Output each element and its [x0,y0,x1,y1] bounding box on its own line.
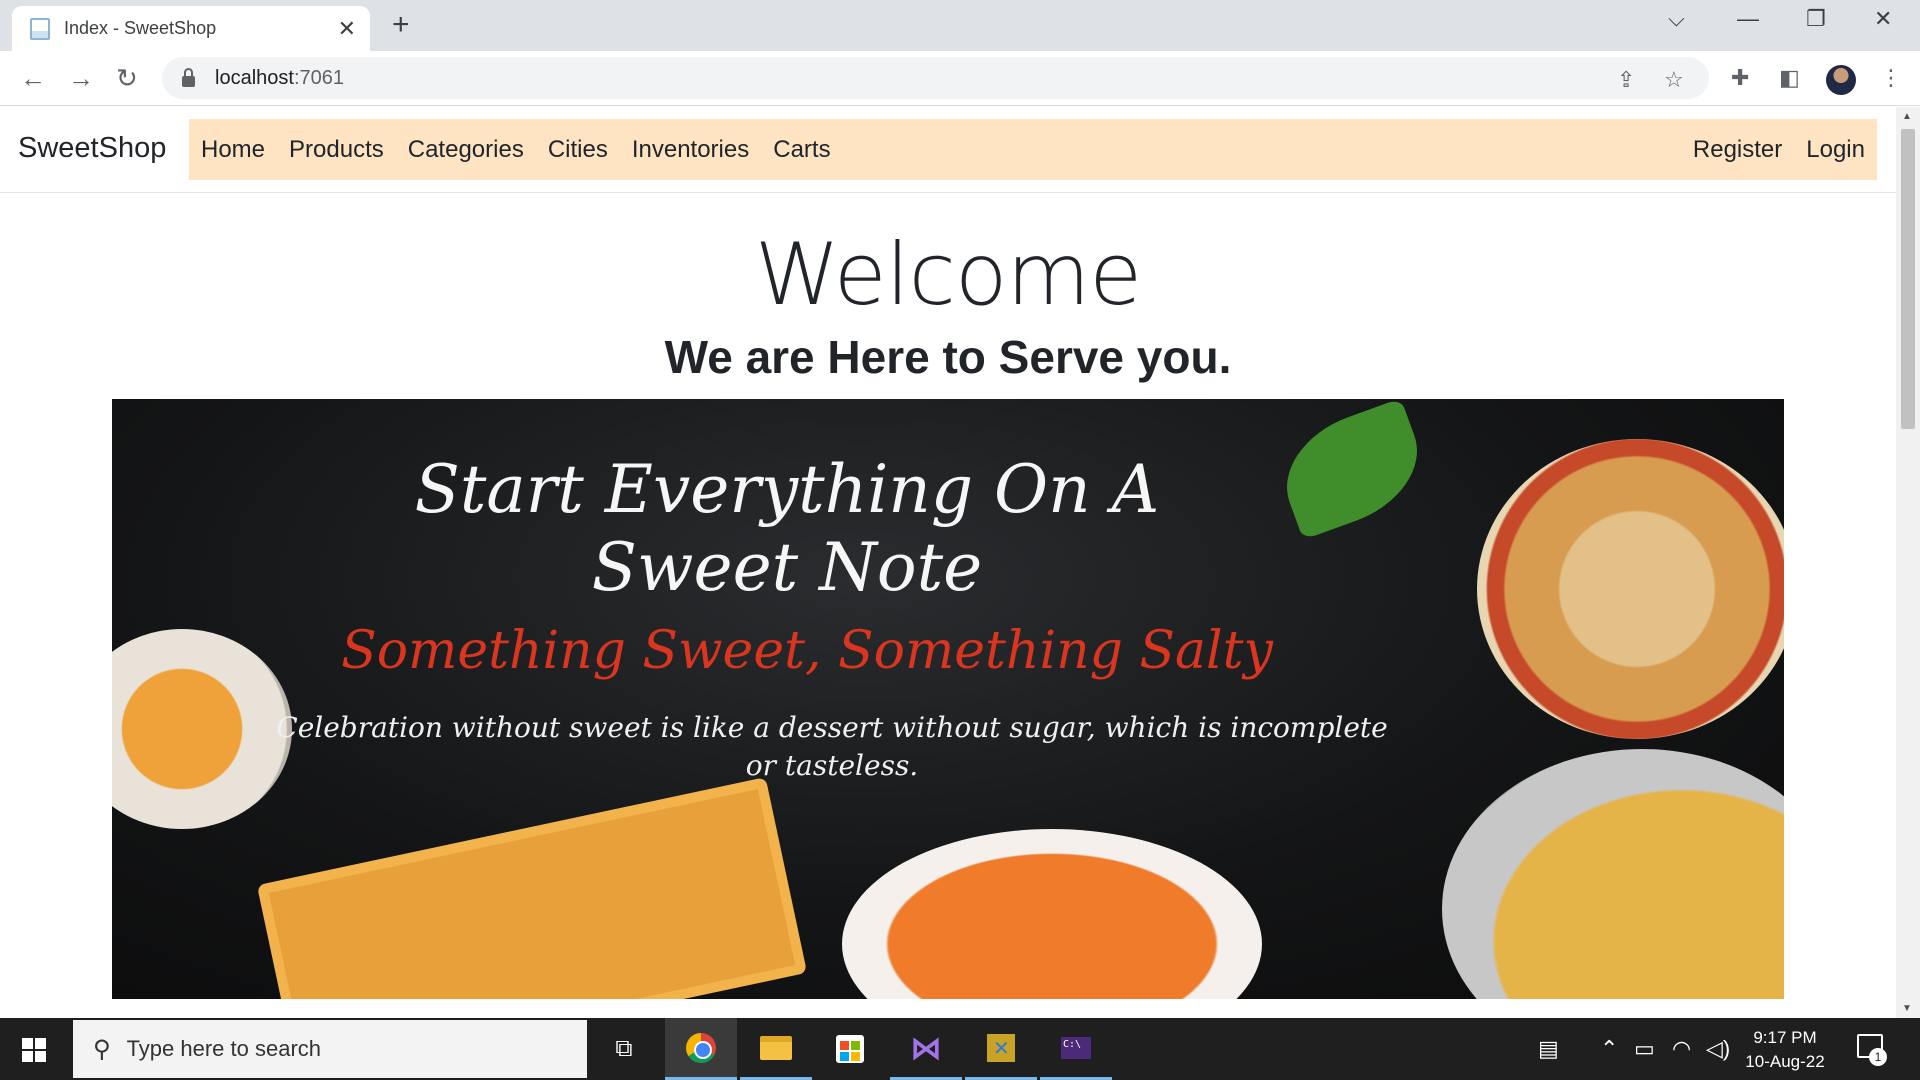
nav-link-carts[interactable]: Carts [773,136,830,164]
nav-link-categories[interactable]: Categories [408,136,524,164]
sweets-platter-graphic [1477,439,1784,739]
site-navbar: SweetShop Home Products Categories Citie… [0,107,1896,193]
window-restore-icon[interactable]: ❐ [1806,6,1826,32]
taskbar-terminal[interactable]: C:\ [1040,1018,1112,1080]
taskbar-search-box[interactable]: ⚲ Type here to search [73,1020,587,1078]
ladoo-plate-graphic [842,829,1262,999]
nav-link-cities[interactable]: Cities [548,136,608,164]
new-tab-plus-icon[interactable]: + [392,8,410,42]
more-vert-icon[interactable]: ⋮ [1880,65,1902,91]
browser-tab-strip: Index - SweetShop ✕ + ⌵ — ❐ ✕ [0,0,1920,51]
nav-link-home[interactable]: Home [201,136,265,164]
taskbar-file-explorer[interactable] [740,1018,812,1080]
wifi-icon[interactable]: ◠ [1672,1036,1691,1062]
lock-icon[interactable] [182,67,195,87]
forward-arrow-right-icon[interactable]: → [68,63,94,94]
window-minimize-icon[interactable]: — [1737,6,1759,32]
profile-avatar[interactable] [1826,65,1856,95]
banner-quote: Celebration without sweet is like a dess… [276,711,1388,782]
scroll-up-icon[interactable]: ▲ [1902,111,1912,122]
page-favicon-icon [30,17,50,40]
clock-time: 9:17 PM [1753,1028,1817,1047]
search-icon: ⚲ [93,1035,111,1063]
nav-link-inventories[interactable]: Inventories [632,136,749,164]
web-page: SweetShop Home Products Categories Citie… [0,107,1896,1018]
address-bar[interactable]: localhost:7061 ⇪ ☆ [162,57,1709,99]
nav-link-login[interactable]: Login [1806,136,1865,164]
reload-icon[interactable]: ↻ [116,63,138,94]
taskbar-tool-app[interactable] [965,1018,1037,1080]
windows-start-icon[interactable] [22,1038,46,1062]
tab-title: Index - SweetShop [64,18,217,38]
scroll-down-icon[interactable]: ▼ [1902,1003,1912,1014]
system-clock[interactable]: 9:17 PM 10-Aug-22 [1740,1026,1830,1074]
clock-date: 10-Aug-22 [1745,1052,1825,1071]
chevron-up-icon[interactable]: ⌃ [1600,1036,1618,1062]
share-icon[interactable]: ⇪ [1617,67,1635,93]
task-view-icon: ⧉ [615,1035,633,1062]
taskbar-chrome[interactable] [665,1018,737,1080]
scrollbar-thumb[interactable] [1901,129,1915,429]
notification-badge: 1 [1869,1048,1887,1066]
battery-icon[interactable]: ▭ [1634,1036,1655,1062]
page-scrollbar[interactable]: ▲ ▼ [1896,107,1920,1018]
volume-icon[interactable]: ◁) [1706,1036,1730,1062]
banner-headline-line2: Sweet Note [591,529,983,606]
terminal-icon: C:\ [1061,1036,1091,1059]
nav-link-register[interactable]: Register [1693,136,1782,164]
store-icon [836,1035,864,1063]
tool-app-icon [987,1033,1015,1062]
tab-search-chevron-down-icon[interactable]: ⌵ [1668,6,1685,32]
news-widget-icon[interactable]: ▤ [1538,1036,1559,1062]
sweets-box-graphic [256,777,808,999]
nav-strip: Home Products Categories Cities Inventor… [189,119,1877,180]
taskbar-store[interactable] [814,1018,886,1080]
banner-headline-line1: Start Everything On A [414,451,1160,528]
task-view-button[interactable]: ⧉ [588,1018,660,1080]
nav-link-products[interactable]: Products [289,136,384,164]
page-title: Welcome [754,225,1142,325]
url-text: localhost:7061 [215,66,344,89]
browser-tab[interactable]: Index - SweetShop ✕ [12,6,370,51]
window-close-icon[interactable]: ✕ [1874,6,1892,32]
windows-taskbar: ⚲ Type here to search ⧉ ⋈ C:\ ▤ ⌃ ▭ ◠ ◁)… [0,1018,1920,1080]
banner-tagline: Something Sweet, Something Salty [341,621,1273,681]
search-placeholder: Type here to search [126,1036,322,1061]
browser-toolbar: ← → ↻ localhost:7061 ⇪ ☆ ✚ ◧ ⋮ [0,51,1920,106]
bookmark-star-icon[interactable]: ☆ [1664,67,1684,93]
folder-icon [760,1035,792,1060]
tab-close-icon[interactable]: ✕ [338,16,356,42]
barfi-plate-graphic [1442,749,1784,999]
nav-links: Home Products Categories Cities Inventor… [189,136,855,164]
extensions-puzzle-icon[interactable]: ✚ [1731,65,1749,91]
site-brand[interactable]: SweetShop [18,132,166,165]
chrome-icon [686,1032,716,1063]
side-panel-icon[interactable]: ◧ [1779,65,1800,91]
taskbar-visual-studio[interactable]: ⋈ [890,1018,962,1080]
visual-studio-icon: ⋈ [910,1029,942,1066]
page-subtitle: We are Here to Serve you. [664,331,1232,383]
back-arrow-left-icon[interactable]: ← [20,63,46,94]
auth-links: Register Login [1669,136,1877,164]
hero-banner-image: Start Everything On A Sweet Note Somethi… [112,399,1784,999]
